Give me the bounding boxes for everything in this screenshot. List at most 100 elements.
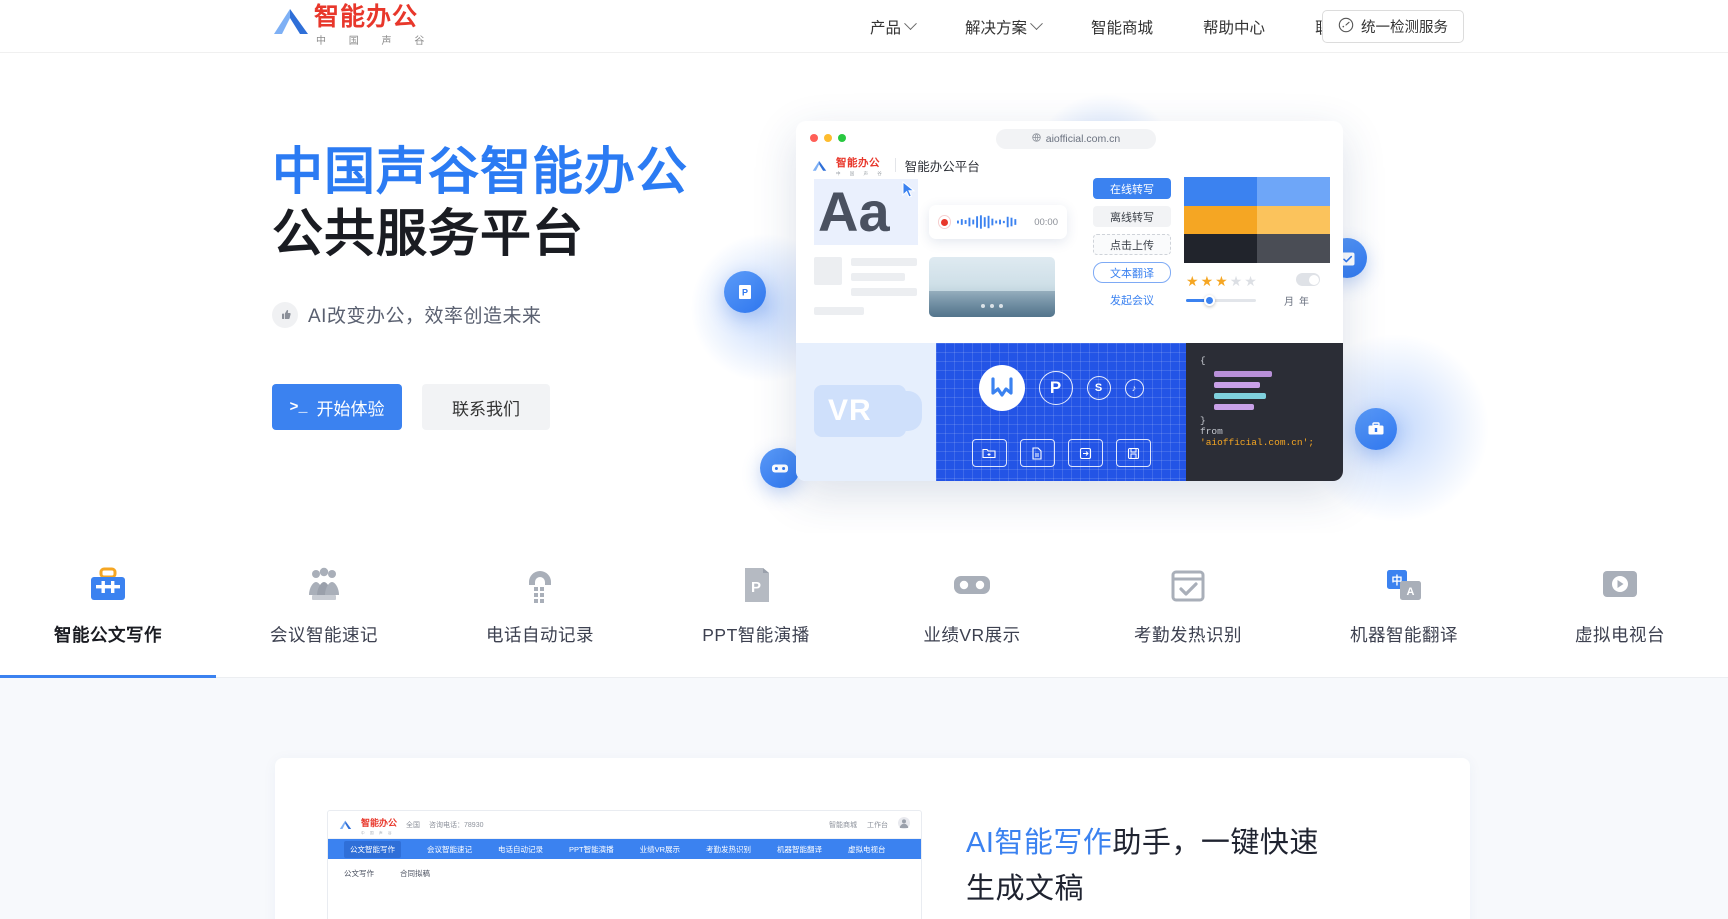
divider (894, 158, 896, 172)
app-s-icon[interactable]: S (1086, 376, 1111, 400)
recording-timer: 00:00 (1034, 216, 1058, 228)
unified-detection-service-button[interactable]: 统一检测服务 (1322, 10, 1464, 43)
swatch (1257, 234, 1330, 263)
address-bar[interactable]: aiofficial.com.cn (996, 129, 1156, 149)
wps-w-icon[interactable] (978, 365, 1025, 411)
save-icon[interactable] (1115, 439, 1151, 467)
gauge-icon (1338, 17, 1354, 37)
screenshot-nav-item[interactable]: 虚拟电视台 (848, 844, 886, 855)
telephone-icon (519, 564, 561, 606)
hero-copy: 中国声谷智能办公 公共服务平台 AI改变办公，效率创造未来 >_ 开始体验 联系… (272, 141, 688, 430)
screenshot-topbar: 智能办公 中 国 声 谷 全国 咨询电话：78930 智能商城 工作台 (328, 811, 921, 839)
screenshot-body-item[interactable]: 公文写作 (344, 868, 374, 879)
ppt-icon: P (735, 564, 777, 606)
vr-panel: VR (796, 343, 936, 481)
feature-tab-ppt-broadcast[interactable]: P PPT智能演播 (648, 533, 864, 677)
screenshot-nav-item[interactable]: 电话自动记录 (498, 844, 543, 855)
star-rating[interactable]: ★ ★ ★ ★ ★ (1186, 273, 1257, 290)
screenshot-nav-item[interactable]: 公文智能写作 (344, 840, 401, 858)
mockup-platform-label: 智能办公平台 (904, 159, 980, 174)
nav-label: 智能商城 (1091, 19, 1154, 37)
feature-tab-meeting-notes[interactable]: 会议智能速记 (216, 533, 432, 677)
skeleton-block (814, 257, 842, 285)
feature-tab-virtual-tv[interactable]: 虚拟电视台 (1512, 533, 1728, 677)
screenshot-mall-link[interactable]: 智能商城 (829, 820, 857, 830)
slider-knob[interactable] (1204, 295, 1215, 306)
toggle-switch[interactable] (1296, 273, 1320, 286)
app-p-icon[interactable]: P (1038, 371, 1073, 405)
screenshot-nav-item[interactable]: 考勤发热识别 (706, 844, 751, 855)
folder-icon[interactable] (971, 439, 1007, 467)
year-option[interactable]: 年 (1299, 293, 1309, 308)
click-upload-button[interactable]: 点击上传 (1093, 234, 1171, 255)
toolbox-icon-fab[interactable] (1355, 408, 1397, 450)
hero-title-line2: 公共服务平台 (272, 205, 585, 262)
skeleton-line (851, 288, 917, 296)
minimize-dot[interactable] (824, 134, 832, 142)
code-open-brace: { (1200, 355, 1206, 366)
carousel-dots[interactable] (929, 304, 1055, 308)
svg-text:P: P (751, 579, 761, 596)
feature-tab-label: 会议智能速记 (270, 624, 378, 645)
record-dot-icon[interactable] (938, 215, 952, 229)
screenshot-nav-item[interactable]: 会议智能速记 (427, 844, 472, 855)
ppt-icon-fab[interactable]: P (724, 271, 766, 313)
screenshot-brand-sub: 中 国 声 谷 (361, 831, 394, 835)
start-meeting-link[interactable]: 发起会议 (1093, 292, 1171, 308)
mountain-a-logo-icon (272, 7, 310, 37)
check-calendar-icon (1167, 564, 1209, 606)
swatch (1257, 177, 1330, 206)
app-music-icon[interactable]: ♪ (1124, 378, 1144, 398)
text-translate-button[interactable]: 文本翻译 (1093, 262, 1171, 283)
waveform-icon (957, 215, 1017, 229)
feature-tab-vr-display[interactable]: 业绩VR展示 (864, 533, 1080, 677)
online-transcribe-button[interactable]: 在线转写 (1093, 178, 1171, 199)
screenshot-nav: 公文智能写作 会议智能速记 电话自动记录 PPT智能演播 业绩VR展示 考勤发热… (328, 839, 921, 859)
screenshot-nav-item[interactable]: 机器智能翻译 (777, 844, 822, 855)
site-logo[interactable]: 智能办公 中 国 声 谷 (272, 4, 434, 47)
contact-us-button[interactable]: 联系我们 (422, 384, 550, 430)
main-navigation: 产品 解决方案 智能商城 帮助中心 联系我们 (845, 0, 1402, 53)
month-option[interactable]: 月 (1284, 293, 1294, 308)
logo-subtitle: 中 国 声 谷 (316, 36, 435, 47)
app-letter: S (1094, 382, 1103, 394)
swatch (1184, 205, 1257, 235)
range-slider[interactable] (1186, 295, 1256, 306)
vr-goggles-icon-fab[interactable] (760, 448, 800, 488)
screenshot-body-item[interactable]: 合同拟稿 (400, 868, 430, 879)
nav-item-products[interactable]: 产品 (845, 16, 940, 38)
feature-tab-document-writing[interactable]: 智能公文写作 (0, 533, 216, 678)
feature-tab-machine-translate[interactable]: 中A 机器智能翻译 (1296, 533, 1512, 677)
app-icons-row: P S ♪ (936, 365, 1186, 411)
transfer-icon[interactable] (1067, 439, 1103, 467)
nav-item-help[interactable]: 帮助中心 (1178, 16, 1290, 38)
avatar[interactable] (898, 816, 910, 834)
feature-tab-attendance-fever[interactable]: 考勤发热识别 (1080, 533, 1296, 677)
cursor-pointer-icon (902, 181, 916, 198)
screenshot-nav-item[interactable]: 业绩VR展示 (640, 844, 680, 855)
nav-item-mall[interactable]: 智能商城 (1066, 16, 1178, 38)
feature-tab-label: 虚拟电视台 (1575, 624, 1665, 645)
feature-tab-label: 智能公文写作 (54, 624, 162, 645)
maximize-dot[interactable] (838, 134, 846, 142)
detect-button-label: 统一检测服务 (1361, 20, 1448, 36)
code-close-brace: } (1200, 415, 1206, 426)
logo-title: 智能办公 (314, 3, 419, 31)
close-dot[interactable] (810, 134, 818, 142)
color-swatch-grid (1184, 177, 1330, 263)
screenshot-nav-item[interactable]: PPT智能演播 (569, 844, 614, 855)
feature-tab-phone-record[interactable]: 电话自动记录 (432, 533, 648, 677)
document-icon[interactable] (1019, 439, 1055, 467)
product-screenshot: 智能办公 中 国 声 谷 全国 咨询电话：78930 智能商城 工作台 公文智能… (327, 810, 922, 919)
address-bar-url: aiofficial.com.cn (1045, 133, 1121, 145)
nav-item-solutions[interactable]: 解决方案 (940, 16, 1066, 38)
heading-line2: 生成文稿 (966, 873, 1085, 905)
feature-tab-label: 电话自动记录 (486, 624, 594, 645)
code-bar (1214, 382, 1260, 388)
month-year-selector[interactable]: 月 年 (1284, 293, 1309, 308)
start-experience-button[interactable]: >_ 开始体验 (272, 384, 402, 430)
screenshot-body: 公文写作 合同拟稿 (328, 859, 921, 888)
offline-transcribe-button[interactable]: 离线转写 (1093, 206, 1171, 227)
screenshot-workbench-link[interactable]: 工作台 (867, 820, 888, 830)
skeleton-line (814, 307, 864, 315)
